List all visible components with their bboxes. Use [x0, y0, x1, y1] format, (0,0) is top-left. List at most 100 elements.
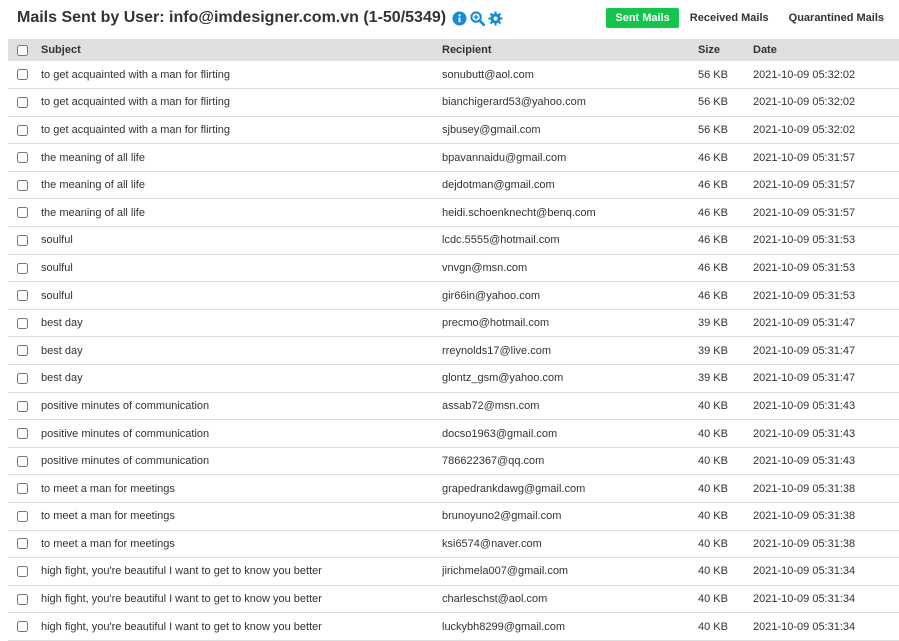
cell-subject: to meet a man for meetings: [41, 537, 175, 550]
row-checkbox[interactable]: [17, 290, 28, 302]
row-checkbox[interactable]: [17, 538, 28, 550]
cell-date: 2021-10-09 05:31:57: [753, 151, 856, 164]
cell-size: 56 KB: [698, 123, 728, 136]
cell-size: 40 KB: [698, 593, 728, 606]
cell-size: 56 KB: [698, 96, 728, 109]
cell-recipient: rreynolds17@live.com: [442, 344, 551, 357]
tab-received-mails[interactable]: Received Mails: [681, 8, 778, 28]
row-checkbox[interactable]: [17, 179, 28, 191]
row-checkbox[interactable]: [17, 483, 28, 495]
table-row[interactable]: soulful lcdc.5555@hotmail.com 46 KB 2021-10…: [8, 227, 899, 255]
cell-date: 2021-10-09 05:31:34: [753, 593, 856, 606]
cell-date: 2021-10-09 05:31:43: [753, 427, 856, 440]
table-row[interactable]: the meaning of all life heidi.schoenknech…: [8, 199, 899, 227]
row-checkbox[interactable]: [17, 621, 28, 633]
table-row[interactable]: high fight, you're beautiful I want to g…: [8, 558, 899, 586]
table-row[interactable]: soulful gir66in@yahoo.com 46 KB 2021-10-09 …: [8, 282, 899, 310]
cell-size: 40 KB: [698, 455, 728, 468]
row-checkbox[interactable]: [17, 428, 28, 440]
page-title-text: Mails Sent by User: info@imdesigner.com.…: [17, 9, 447, 26]
table-row[interactable]: the meaning of all life bpavannaidu@gmail…: [8, 144, 899, 172]
select-all-checkbox[interactable]: [17, 44, 28, 56]
table-row[interactable]: the meaning of all life dejdotman@gmail.c…: [8, 171, 899, 199]
table-row[interactable]: high fight, you're beautiful I want to g…: [8, 613, 899, 641]
table-row[interactable]: high fight, you're beautiful I want to g…: [8, 585, 899, 613]
row-checkbox[interactable]: [17, 69, 28, 81]
row-checkbox[interactable]: [17, 124, 28, 136]
row-checkbox[interactable]: [17, 96, 28, 108]
column-header-size[interactable]: Size: [698, 39, 753, 61]
table-row[interactable]: positive minutes of communication docso19…: [8, 420, 899, 448]
cell-date: 2021-10-09 05:31:47: [753, 317, 856, 330]
row-select-cell: [8, 282, 41, 310]
cell-subject: soulful: [41, 289, 73, 302]
cell-recipient: ksi6574@naver.com: [442, 537, 542, 550]
cell-size: 46 KB: [698, 206, 728, 219]
row-checkbox[interactable]: [17, 234, 28, 246]
row-select-cell: [8, 585, 41, 613]
table-row[interactable]: to meet a man for meetings grapedrankdawg…: [8, 475, 899, 503]
cell-recipient: lcdc.5555@hotmail.com: [442, 234, 560, 247]
column-header-subject[interactable]: Subject: [41, 39, 442, 61]
cell-subject: high fight, you're beautiful I want to g…: [41, 565, 322, 578]
tab-quarantined-mails[interactable]: Quarantined Mails: [780, 8, 893, 28]
info-icon[interactable]: [452, 10, 467, 26]
cell-recipient: dejdotman@gmail.com: [442, 179, 555, 192]
row-select-cell: [8, 227, 41, 255]
row-checkbox[interactable]: [17, 207, 28, 219]
row-checkbox[interactable]: [17, 455, 28, 467]
tab-sent-mails[interactable]: Sent Mails: [606, 8, 679, 28]
cell-size: 39 KB: [698, 317, 728, 330]
page-title: Mails Sent by User: info@imdesigner.com.…: [17, 9, 503, 27]
row-select-cell: [8, 89, 41, 117]
cell-size: 40 KB: [698, 482, 728, 495]
table-row[interactable]: soulful vnvgn@msn.com 46 KB 2021-10-09 05:3…: [8, 254, 899, 282]
table-row[interactable]: best day rreynolds17@live.com 39 KB 2021-10…: [8, 337, 899, 365]
table-row[interactable]: positive minutes of communication 7866223…: [8, 447, 899, 475]
row-checkbox[interactable]: [17, 510, 28, 522]
row-checkbox[interactable]: [17, 566, 28, 578]
cell-size: 46 KB: [698, 179, 728, 192]
column-header-recipient[interactable]: Recipient: [442, 39, 698, 61]
cell-size: 39 KB: [698, 372, 728, 385]
cell-subject: high fight, you're beautiful I want to g…: [41, 593, 322, 606]
table-row[interactable]: best day glontz_gsm@yahoo.com 39 KB 2021-10…: [8, 365, 899, 393]
table-row[interactable]: to meet a man for meetings ksi6574@naver.…: [8, 530, 899, 558]
row-select-cell: [8, 447, 41, 475]
row-checkbox[interactable]: [17, 593, 28, 605]
cell-subject: best day: [41, 317, 83, 330]
row-select-cell: [8, 171, 41, 199]
row-select-cell: [8, 337, 41, 365]
table-row[interactable]: to get acquainted with a man for flirtin…: [8, 61, 899, 89]
gear-icon[interactable]: [488, 10, 503, 26]
table-row[interactable]: positive minutes of communication assab72…: [8, 392, 899, 420]
cell-recipient: glontz_gsm@yahoo.com: [442, 372, 564, 385]
cell-size: 40 KB: [698, 427, 728, 440]
table-row[interactable]: to get acquainted with a man for flirtin…: [8, 116, 899, 144]
cell-date: 2021-10-09 05:31:43: [753, 455, 856, 468]
row-checkbox[interactable]: [17, 317, 28, 329]
row-checkbox[interactable]: [17, 262, 28, 274]
select-all-cell: [8, 39, 41, 61]
table-row[interactable]: to meet a man for meetings brunoyuno2@gma…: [8, 503, 899, 531]
search-zoom-icon[interactable]: [470, 10, 486, 26]
table-row[interactable]: to get acquainted with a man for flirtin…: [8, 89, 899, 117]
row-checkbox[interactable]: [17, 400, 28, 412]
table-row[interactable]: best day precmo@hotmail.com 39 KB 2021-10-0…: [8, 309, 899, 337]
cell-date: 2021-10-09 05:31:34: [753, 620, 856, 633]
cell-date: 2021-10-09 05:31:57: [753, 206, 856, 219]
cell-date: 2021-10-09 05:31:34: [753, 565, 856, 578]
cell-date: 2021-10-09 05:31:38: [753, 537, 856, 550]
column-header-date[interactable]: Date: [753, 39, 899, 61]
cell-recipient: charleschst@aol.com: [442, 593, 548, 606]
row-checkbox[interactable]: [17, 372, 28, 384]
cell-subject: soulful: [41, 234, 73, 247]
row-select-cell: [8, 116, 41, 144]
row-checkbox[interactable]: [17, 345, 28, 357]
cell-subject: best day: [41, 344, 83, 357]
cell-date: 2021-10-09 05:32:02: [753, 123, 856, 136]
row-checkbox[interactable]: [17, 152, 28, 164]
cell-recipient: grapedrankdawg@gmail.com: [442, 482, 586, 495]
cell-date: 2021-10-09 05:32:02: [753, 68, 856, 81]
cell-date: 2021-10-09 05:31:53: [753, 289, 856, 302]
